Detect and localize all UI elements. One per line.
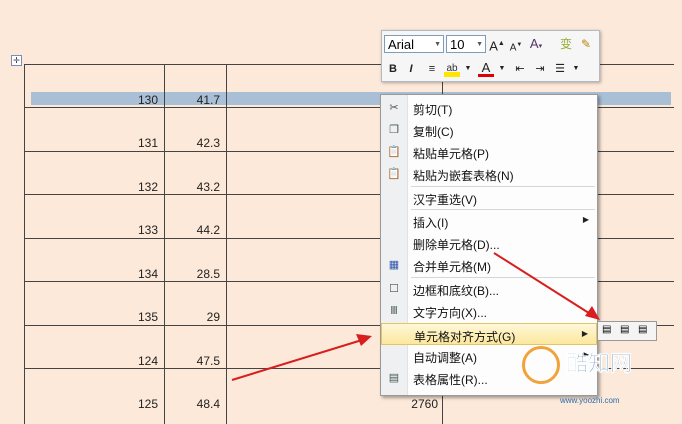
merge-cells-icon: ▦ [388,259,400,271]
menu-item-label: 汉字重选(V) [413,193,477,207]
menu-item-label: 自动调整(A) [413,351,477,365]
font-name-select[interactable]: Arial ▼ [384,35,444,53]
table-cell[interactable]: 42.3 [170,136,220,150]
watermark-logo: 酷知网 www.yoozhi.com [520,342,680,410]
align-top-right-icon[interactable]: ▤ [638,324,647,335]
table-border [164,64,165,424]
table-cell[interactable]: 44.2 [170,223,220,237]
align-top-center-icon[interactable]: ▤ [620,324,629,335]
table-move-handle[interactable]: ✛ [11,55,22,66]
copy-icon: ❐ [389,124,399,136]
chevron-down-icon: ▼ [476,41,483,48]
annotation-arrow-left [231,339,363,381]
table-cell[interactable]: 29 [170,310,220,324]
menu-item-label: 单元格对齐方式(G) [414,330,516,344]
increase-indent-button[interactable]: ⇥ [532,61,548,77]
menu-item-paste-nested[interactable]: 📋 粘贴为嵌套表格(N) [381,163,597,185]
menu-item-reconversion[interactable]: 汉字重选(V) [381,187,597,209]
table-cell[interactable]: 28.5 [170,267,220,281]
table-cell[interactable]: 124 [120,354,158,368]
menu-item-label: 文字方向(X)... [413,306,487,320]
table-cell[interactable]: 47.5 [170,354,220,368]
font-name-value: Arial [388,37,415,52]
table-cell[interactable]: 48.4 [170,397,220,411]
menu-item-label: 表格属性(R)... [413,373,488,387]
align-top-left-icon[interactable]: ▤ [602,324,611,335]
menu-item-label: 粘贴单元格(P) [413,147,489,161]
mini-format-toolbar: Arial ▼ 10 ▼ A▲ A▼ A▾ 变 ✎ B I ≡ ab ▼ A ▼… [381,30,600,82]
table-properties-icon: ▤ [388,372,400,384]
arrowhead-icon [356,334,372,346]
paste-icon: 📋 [387,146,401,158]
menu-item-label: 插入(I) [413,216,449,230]
text-direction-icon: Ⅲ [390,305,398,317]
phonetic-guide-button[interactable]: 变 [558,36,574,52]
italic-button[interactable]: I [403,61,419,77]
chevron-down-icon[interactable]: ▼ [494,61,510,77]
bold-button[interactable]: B [385,61,401,77]
menu-item-label: 复制(C) [413,125,454,139]
logo-circle-icon [522,346,560,384]
scissors-icon: ✂ [389,102,399,114]
menu-item-cut[interactable]: ✂ 剪切(T) [381,97,597,119]
watermark-text: 酷知网 [566,351,633,377]
menu-item-label: 边框和底纹(B)... [413,284,499,298]
table-cell[interactable]: 132 [120,180,158,194]
decrease-indent-button[interactable]: ⇤ [512,61,528,77]
borders-icon: ☐ [389,283,399,295]
menu-item-insert[interactable]: 插入(I) ▶ [381,210,597,232]
format-painter-icon[interactable]: ✎ [578,36,594,52]
menu-item-delete-cells[interactable]: 删除单元格(D)... [381,232,597,254]
menu-item-paste-cells[interactable]: 📋 粘贴单元格(P) [381,141,597,163]
menu-item-borders-shading[interactable]: ☐ 边框和底纹(B)... [381,278,597,300]
menu-item-label: 粘贴为嵌套表格(N) [413,169,514,183]
center-align-button[interactable]: ≡ [424,61,440,77]
table-cell[interactable]: 130 [120,93,158,107]
styles-button[interactable]: A▾ [528,36,544,52]
table-cell[interactable]: 125 [120,397,158,411]
table-border [24,64,25,424]
shrink-font-button[interactable]: A▼ [508,37,524,53]
table-cell[interactable]: 133 [120,223,158,237]
chevron-down-icon: ▼ [434,41,441,48]
table-border [226,64,227,424]
menu-item-label: 合并单元格(M) [413,260,491,274]
menu-item-copy[interactable]: ❐ 复制(C) [381,119,597,141]
grow-font-button[interactable]: A▲ [489,36,505,53]
bullets-button[interactable]: ☰ [552,61,568,77]
font-size-select[interactable]: 10 ▼ [446,35,486,53]
menu-item-merge-cells[interactable]: ▦ 合并单元格(M) [381,254,597,276]
font-size-value: 10 [450,37,465,52]
paste-nested-icon: 📋 [387,168,401,180]
highlight-color-button[interactable]: ab [444,61,460,77]
table-cell[interactable]: 43.2 [170,180,220,194]
table-cell[interactable]: 41.7 [170,93,220,107]
chevron-down-icon[interactable]: ▼ [568,61,584,77]
menu-item-text-direction[interactable]: Ⅲ 文字方向(X)... [381,300,597,322]
font-color-button[interactable]: A [478,61,494,77]
submenu-arrow-icon: ▶ [582,215,589,224]
chevron-down-icon[interactable]: ▼ [460,61,476,77]
menu-item-label: 剪切(T) [413,103,453,117]
cell-alignment-submenu[interactable]: ▤ ▤ ▤ [597,321,657,341]
watermark-url: www.yoozhi.com [560,396,620,405]
table-cell[interactable]: 135 [120,310,158,324]
menu-item-label: 删除单元格(D)... [413,238,500,252]
table-cell[interactable]: 2760 [380,397,438,411]
table-cell[interactable]: 134 [120,267,158,281]
submenu-arrow-icon: ▶ [581,329,588,338]
table-cell[interactable]: 131 [120,136,158,150]
